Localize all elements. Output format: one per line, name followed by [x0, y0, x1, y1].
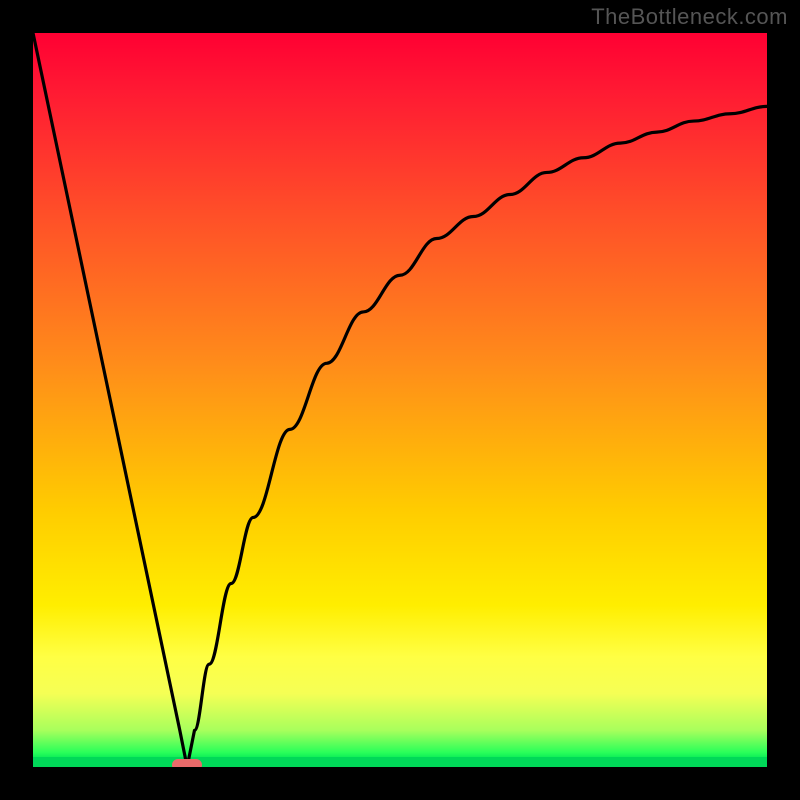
plot-area: [33, 33, 767, 767]
chart-frame: TheBottleneck.com: [0, 0, 800, 800]
bottleneck-curve: [33, 33, 767, 767]
watermark-label: TheBottleneck.com: [591, 4, 788, 30]
curve-svg: [33, 33, 767, 767]
minimum-marker: [172, 759, 202, 767]
